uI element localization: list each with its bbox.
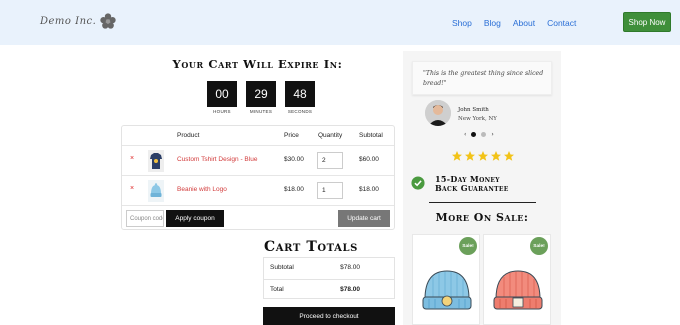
slider-dot-1[interactable] [471, 132, 477, 137]
total-value: $78.00 [340, 286, 360, 293]
star-icon [465, 151, 475, 161]
item-subtotal: $18.00 [359, 186, 379, 193]
apply-coupon-button[interactable]: Apply coupon [166, 210, 224, 227]
col-subtotal: Subtotal [359, 132, 383, 139]
timer-hours: 00 HOURS [207, 81, 237, 114]
col-quantity: Quantity [318, 132, 343, 139]
testimonial-author-location: New York, NY [458, 116, 497, 122]
shop-now-button[interactable]: Shop Now [623, 12, 671, 32]
cart-table-header: Product Price Quantity Subtotal [122, 126, 394, 146]
totals-subtotal-row: Subtotal $78.00 [264, 258, 394, 279]
col-product: Product [177, 132, 200, 139]
sale-product-card[interactable]: Sale! [412, 234, 480, 325]
cart-totals-table: Subtotal $78.00 Total $78.00 [263, 257, 395, 299]
item-price: $30.00 [284, 156, 304, 163]
product-name-link[interactable]: Custom Tshirt Design - Blue [177, 156, 257, 163]
main-nav: Shop Blog About Contact [452, 18, 588, 28]
coupon-code-input[interactable]: Coupon code [126, 210, 164, 227]
testimonial-author-name: John Smith [458, 107, 489, 113]
timer-seconds-label: SECONDS [287, 109, 313, 114]
person-avatar-icon [425, 100, 451, 126]
nav-contact[interactable]: Contact [547, 18, 576, 28]
product-name-link[interactable]: Beanie with Logo [177, 186, 227, 193]
timer-minutes-label: MINUTES [249, 109, 273, 114]
quantity-input[interactable]: 1 [317, 182, 343, 199]
timer-hours-value: 00 [207, 81, 237, 107]
rating-stars [451, 150, 515, 162]
subtotal-value: $78.00 [340, 264, 360, 271]
timer-hours-label: HOURS [213, 109, 231, 114]
site-header: Demo Inc. Shop Blog About Contact Shop N… [0, 0, 680, 45]
cart-row: × Beanie with Logo $18.00 1 $18.00 [122, 176, 394, 206]
timer-minutes: 29 MINUTES [246, 81, 276, 114]
star-icon [478, 151, 488, 161]
remove-item-button[interactable]: × [130, 185, 134, 192]
totals-total-row: Total $78.00 [264, 279, 394, 300]
item-subtotal: $60.00 [359, 156, 379, 163]
money-back-guarantee: 15-Day Money Back Guarantee [411, 175, 515, 193]
cart-table: Product Price Quantity Subtotal × Custom… [121, 125, 395, 230]
cart-expire-title: Your Cart Will Expire In: [172, 57, 343, 71]
slider-prev-arrow[interactable]: ‹ [464, 131, 466, 138]
testimonial-quote: "This is the greatest thing since sliced… [423, 70, 544, 87]
more-on-sale-title: More On Sale: [435, 211, 529, 224]
star-icon [504, 151, 514, 161]
star-icon [491, 151, 501, 161]
sale-product-card[interactable]: Sale! [483, 234, 551, 325]
col-price: Price [284, 132, 299, 139]
quantity-input[interactable]: 2 [317, 152, 343, 169]
testimonial-slider-nav: ‹ › [464, 131, 494, 138]
tshirt-icon[interactable] [148, 150, 164, 172]
testimonial-quote-box: "This is the greatest thing since sliced… [412, 61, 552, 95]
countdown-timer: 00 HOURS 29 MINUTES 48 SECONDS [207, 81, 315, 114]
proceed-to-checkout-button[interactable]: Proceed to checkout [263, 307, 395, 325]
nav-shop[interactable]: Shop [452, 18, 472, 28]
cart-actions: Coupon code Apply coupon Update cart [122, 206, 394, 231]
slider-dot-2[interactable] [481, 132, 487, 137]
guarantee-text: 15-Day Money Back Guarantee [435, 174, 509, 193]
sidebar: "This is the greatest thing since sliced… [403, 51, 561, 325]
nav-about[interactable]: About [513, 18, 535, 28]
cart-row: × Custom Tshirt Design - Blue $30.00 2 $… [122, 146, 394, 176]
total-label: Total [270, 286, 284, 293]
sale-badge: Sale! [530, 237, 548, 255]
slider-next-arrow[interactable]: › [491, 131, 493, 138]
logo[interactable]: Demo Inc. [40, 12, 117, 30]
subtotal-label: Subtotal [270, 264, 294, 271]
star-icon [452, 151, 462, 161]
timer-minutes-value: 29 [246, 81, 276, 107]
divider [429, 202, 536, 203]
nav-blog[interactable]: Blog [484, 18, 501, 28]
logo-text: Demo Inc. [40, 15, 97, 27]
sale-badge: Sale! [459, 237, 477, 255]
avatar [425, 100, 451, 126]
timer-seconds: 48 SECONDS [285, 81, 315, 114]
flower-logo-icon [100, 13, 116, 29]
check-circle-icon [411, 176, 425, 190]
red-beanie-image [493, 270, 543, 310]
item-price: $18.00 [284, 186, 304, 193]
update-cart-button[interactable]: Update cart [338, 210, 390, 227]
timer-seconds-value: 48 [285, 81, 315, 107]
remove-item-button[interactable]: × [130, 155, 134, 162]
blue-beanie-image [422, 270, 472, 310]
beanie-icon[interactable] [148, 180, 164, 202]
cart-totals-title: Cart Totals [264, 239, 358, 255]
